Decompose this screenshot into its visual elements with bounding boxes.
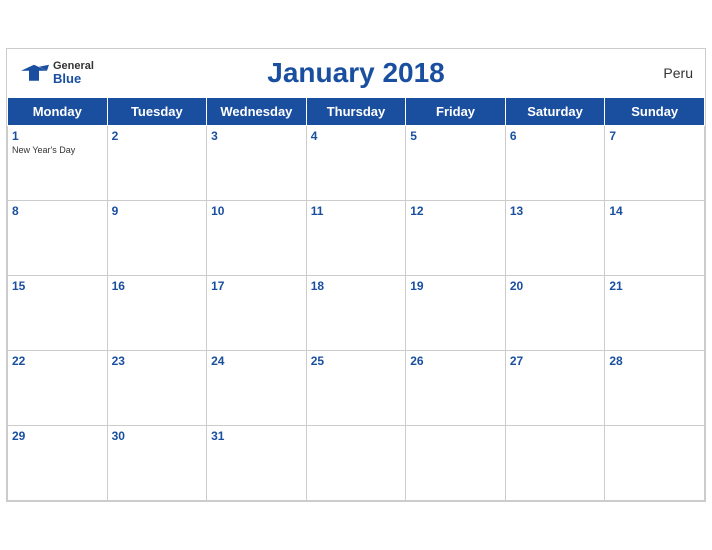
day-number: 25 (311, 354, 402, 368)
header-saturday: Saturday (505, 98, 605, 126)
day-number: 24 (211, 354, 302, 368)
calendar-cell: 23 (107, 351, 207, 426)
calendar-cell: 21 (605, 276, 705, 351)
calendar-cell: 19 (406, 276, 506, 351)
day-number: 2 (112, 129, 203, 143)
day-number: 5 (410, 129, 501, 143)
calendar-cell (306, 426, 406, 501)
calendar-cell (605, 426, 705, 501)
calendar-week-row: 89 10 11 12 13 14 (8, 201, 705, 276)
day-number: 23 (112, 354, 203, 368)
day-number: 29 (12, 429, 103, 443)
day-number: 12 (410, 204, 501, 218)
day-number: 16 (112, 279, 203, 293)
day-number: 10 (211, 204, 302, 218)
calendar-cell (505, 426, 605, 501)
calendar-cell: 25 (306, 351, 406, 426)
calendar-table: Monday Tuesday Wednesday Thursday Friday… (7, 97, 705, 501)
calendar-cell: 4 (306, 126, 406, 201)
calendar-cell: 3 (207, 126, 307, 201)
calendar: General Blue January 2018 Peru Monday Tu… (6, 48, 706, 502)
day-number: 13 (510, 204, 601, 218)
header-monday: Monday (8, 98, 108, 126)
day-number: 20 (510, 279, 601, 293)
calendar-cell: 18 (306, 276, 406, 351)
day-number: 4 (311, 129, 402, 143)
calendar-cell: 1 New Year's Day (8, 126, 108, 201)
day-number: 7 (609, 129, 700, 143)
calendar-cell: 11 (306, 201, 406, 276)
weekday-header-row: Monday Tuesday Wednesday Thursday Friday… (8, 98, 705, 126)
calendar-cell: 13 (505, 201, 605, 276)
day-number: 8 (12, 204, 103, 218)
calendar-cell: 14 (605, 201, 705, 276)
calendar-cell: 24 (207, 351, 307, 426)
logo-bird-icon (19, 63, 49, 83)
calendar-cell: 16 (107, 276, 207, 351)
day-number: 28 (609, 354, 700, 368)
calendar-cell: 6 (505, 126, 605, 201)
day-number: 21 (609, 279, 700, 293)
header-sunday: Sunday (605, 98, 705, 126)
logo: General Blue (19, 60, 94, 86)
calendar-cell: 20 (505, 276, 605, 351)
calendar-cell: 22 (8, 351, 108, 426)
calendar-cell: 7 (605, 126, 705, 201)
country-label: Peru (663, 65, 693, 81)
day-number: 27 (510, 354, 601, 368)
calendar-cell: 5 (406, 126, 506, 201)
day-number: 9 (112, 204, 203, 218)
calendar-cell (406, 426, 506, 501)
holiday-label: New Year's Day (12, 145, 103, 155)
calendar-cell: 30 (107, 426, 207, 501)
calendar-cell: 8 (8, 201, 108, 276)
calendar-week-row: 1 New Year's Day 234567 (8, 126, 705, 201)
logo-blue-text: Blue (53, 72, 94, 86)
day-number: 15 (12, 279, 103, 293)
calendar-cell: 28 (605, 351, 705, 426)
day-number: 26 (410, 354, 501, 368)
calendar-cell: 31 (207, 426, 307, 501)
day-number: 22 (12, 354, 103, 368)
header-tuesday: Tuesday (107, 98, 207, 126)
day-number: 30 (112, 429, 203, 443)
day-number: 19 (410, 279, 501, 293)
day-number: 14 (609, 204, 700, 218)
day-number: 11 (311, 204, 402, 218)
calendar-cell: 10 (207, 201, 307, 276)
day-number: 3 (211, 129, 302, 143)
header-thursday: Thursday (306, 98, 406, 126)
calendar-cell: 2 (107, 126, 207, 201)
calendar-cell: 26 (406, 351, 506, 426)
calendar-cell: 12 (406, 201, 506, 276)
calendar-cell: 27 (505, 351, 605, 426)
calendar-header: General Blue January 2018 Peru (7, 49, 705, 97)
calendar-week-row: 15 16 17 18 19 20 21 (8, 276, 705, 351)
calendar-week-row: 22 23 24 25 26 27 28 (8, 351, 705, 426)
day-number: 18 (311, 279, 402, 293)
day-number: 1 (12, 129, 103, 143)
calendar-cell: 9 (107, 201, 207, 276)
calendar-title: January 2018 (267, 57, 444, 89)
calendar-cell: 29 (8, 426, 108, 501)
header-friday: Friday (406, 98, 506, 126)
header-wednesday: Wednesday (207, 98, 307, 126)
day-number: 31 (211, 429, 302, 443)
day-number: 6 (510, 129, 601, 143)
calendar-body: 1New Year's Day2345678910111213141516171… (8, 126, 705, 501)
calendar-week-row: 29 30 31 (8, 426, 705, 501)
day-number: 17 (211, 279, 302, 293)
calendar-cell: 17 (207, 276, 307, 351)
calendar-cell: 15 (8, 276, 108, 351)
